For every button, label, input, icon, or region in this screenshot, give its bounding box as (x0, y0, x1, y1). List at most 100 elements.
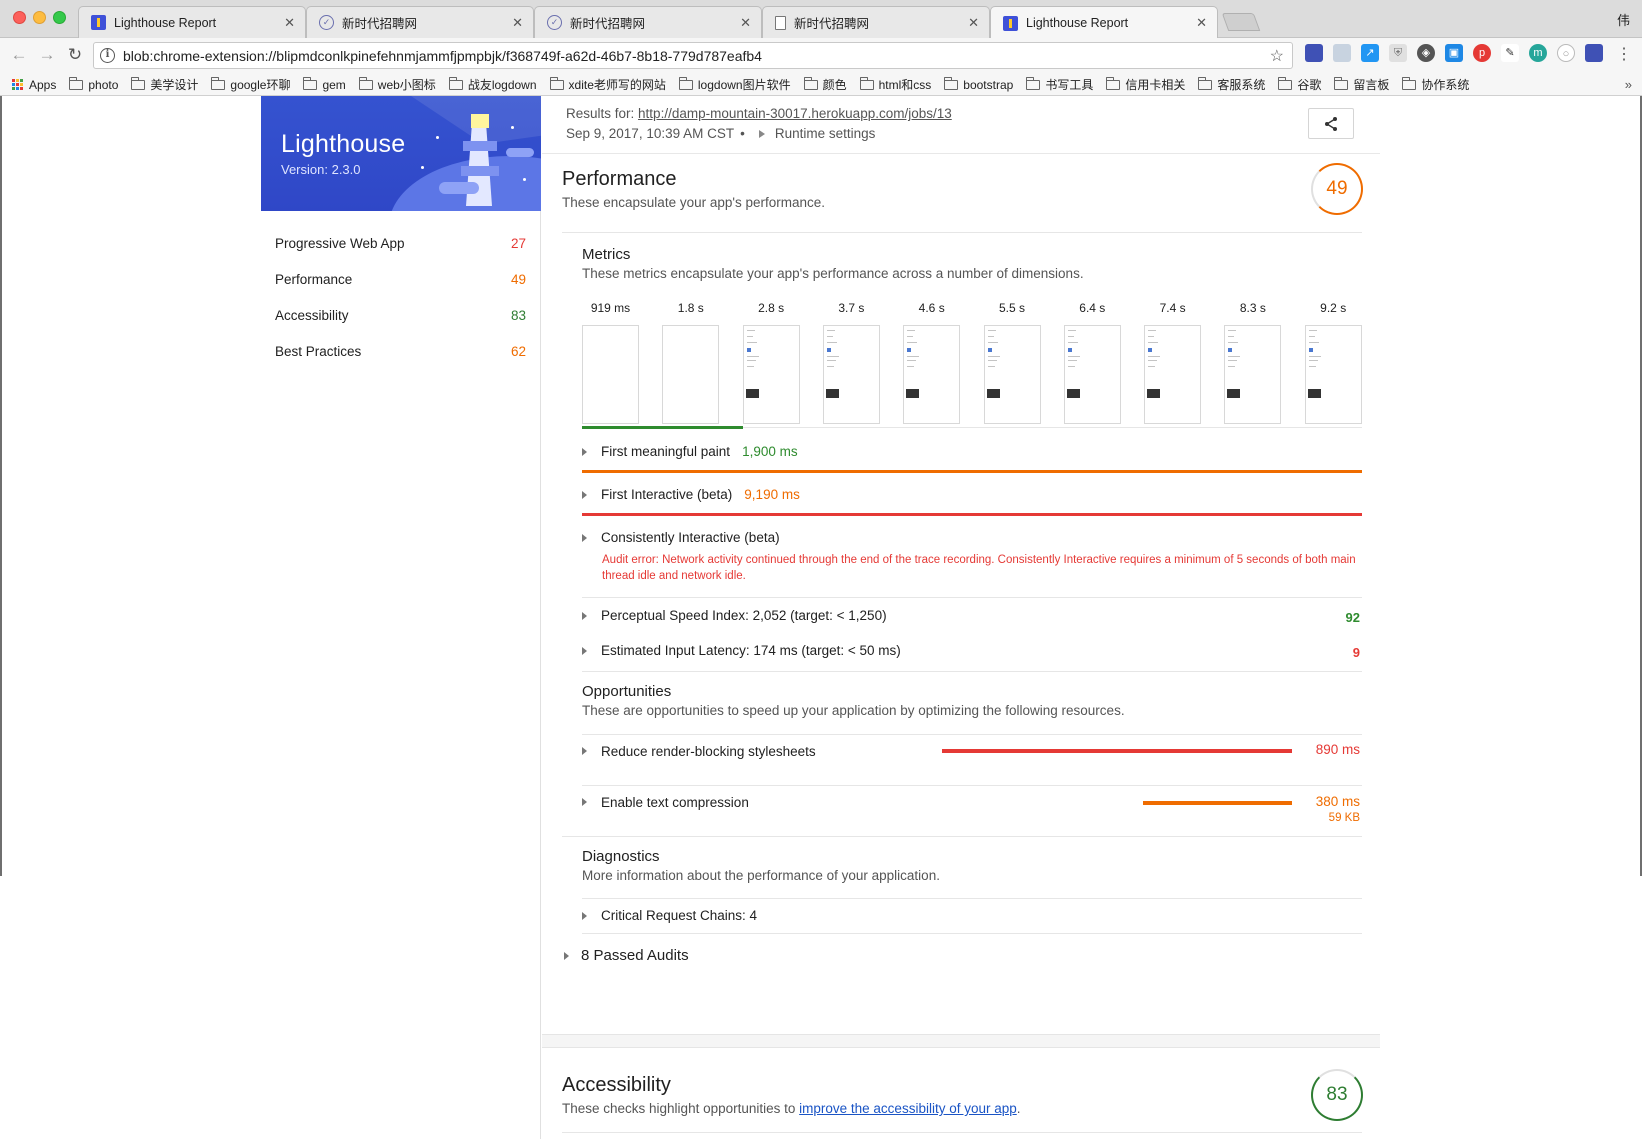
extension-circle-icon[interactable]: ○ (1557, 44, 1575, 62)
page-edge (0, 96, 2, 876)
thumbnail-text-line (907, 330, 916, 331)
tab-title: Lighthouse Report (1026, 16, 1129, 30)
extension-cloud-icon[interactable] (1333, 44, 1351, 62)
tab-site-2[interactable]: ✓ 新时代招聘网 ✕ (534, 6, 762, 38)
bookmark-folder[interactable]: bootstrap (944, 76, 1013, 92)
share-button[interactable] (1308, 108, 1354, 139)
bookmark-folder[interactable]: 书写工具 (1026, 76, 1093, 93)
thumbnail-button (1307, 389, 1321, 398)
close-icon[interactable]: ✕ (1196, 15, 1207, 31)
bookmark-folder[interactable]: html和css (859, 76, 931, 93)
extension-lighthouse-2-icon[interactable] (1585, 44, 1603, 62)
sidebar-item-performance[interactable]: Performance 49 (261, 261, 540, 297)
audit-estimated-input-latency[interactable]: Estimated Input Latency: 174 ms (target:… (582, 643, 1362, 658)
forward-arrow-icon[interactable]: → (36, 44, 58, 66)
audit-first-interactive[interactable]: First Interactive (beta) 9,190 ms (582, 487, 1362, 502)
extension-compass-icon[interactable]: ◈ (1417, 44, 1435, 62)
extension-shield-icon[interactable]: ⛨ (1389, 44, 1407, 62)
bookmark-label: Apps (29, 77, 57, 92)
thumbnail-text-line (826, 336, 833, 337)
bookmark-apps[interactable]: Apps (12, 78, 56, 92)
tab-lighthouse-report-active[interactable]: Lighthouse Report ✕ (990, 6, 1218, 39)
bookmark-folder[interactable]: google环聊 (211, 76, 290, 93)
bookmark-folder[interactable]: 客服系统 (1198, 76, 1265, 93)
thumbnail-text-line (1228, 356, 1241, 357)
minimize-window-button[interactable] (33, 11, 46, 24)
bookmark-folder[interactable]: xdite老师写的网站 (549, 76, 666, 93)
audit-consistently-interactive[interactable]: Consistently Interactive (beta) (582, 530, 1362, 545)
info-icon[interactable]: i (100, 48, 115, 63)
audit-critical-request-chains[interactable]: Critical Request Chains: 4 (582, 908, 1362, 923)
thumbnail-text-line (907, 356, 920, 357)
close-icon[interactable]: ✕ (740, 15, 751, 31)
extension-camera-icon[interactable]: ▣ (1445, 44, 1463, 62)
profile-button[interactable]: 伟 (1617, 10, 1630, 29)
bookmark-folder[interactable]: gem (303, 76, 346, 92)
opportunity-label: Reduce render-blocking stylesheets (601, 743, 816, 759)
sidebar-item-pwa[interactable]: Progressive Web App 27 (261, 225, 540, 261)
category-separator (542, 1034, 1380, 1048)
app-title: Lighthouse (281, 130, 406, 158)
expand-arrow-icon (582, 447, 587, 456)
audit-first-meaningful-paint[interactable]: First meaningful paint 1,900 ms (582, 444, 1362, 459)
bookmark-folder[interactable]: 战友logdown (448, 76, 537, 93)
filmstrip-timestamp: 9.2 s (1320, 301, 1347, 315)
results-url-link[interactable]: http://damp-mountain-30017.herokuapp.com… (638, 106, 952, 121)
tab-site-1[interactable]: ✓ 新时代招聘网 ✕ (306, 6, 534, 38)
audit-perceptual-speed-index[interactable]: Perceptual Speed Index: 2,052 (target: <… (582, 608, 1362, 623)
bookmark-label: 美学设计 (150, 78, 199, 92)
url-text[interactable]: blob:chrome-extension://blipmdconlkpinef… (123, 48, 1270, 64)
bookmark-folder[interactable]: web小图标 (358, 76, 436, 93)
separator-bullet: • (740, 126, 745, 141)
star-dot (511, 126, 514, 129)
bookmark-folder[interactable]: 留言板 (1334, 76, 1389, 93)
close-icon[interactable]: ✕ (968, 15, 979, 31)
filmstrip-timestamp: 8.3 s (1239, 301, 1266, 315)
thumbnail-text-line (1308, 360, 1318, 361)
thumbnail-text-line (1308, 366, 1316, 367)
sidebar-item-best-practices[interactable]: Best Practices 62 (261, 333, 540, 369)
address-bar[interactable]: i blob:chrome-extension://blipmdconlkpin… (93, 42, 1293, 69)
maximize-window-button[interactable] (53, 11, 66, 24)
bookmark-folder[interactable]: 信用卡相关 (1106, 76, 1185, 93)
thumbnail-link (1308, 348, 1313, 352)
extension-pinterest-icon[interactable]: p (1473, 44, 1491, 62)
folder-icon (448, 76, 463, 90)
filmstrip-thumbnail (903, 325, 961, 424)
accessibility-docs-link[interactable]: improve the accessibility of your app (799, 1101, 1017, 1116)
bookmark-folder[interactable]: 美学设计 (131, 76, 198, 93)
reload-icon[interactable]: ↻ (64, 44, 86, 66)
tab-lighthouse-report-1[interactable]: Lighthouse Report ✕ (78, 6, 306, 38)
sidebar-item-accessibility[interactable]: Accessibility 83 (261, 297, 540, 333)
opportunity-savings: 380 ms (1315, 794, 1360, 809)
expand-arrow-icon[interactable] (758, 129, 765, 138)
close-icon[interactable]: ✕ (284, 15, 295, 31)
extension-evernote-icon[interactable]: ✎ (1501, 44, 1519, 62)
filmstrip-timestamp: 4.6 s (918, 301, 945, 315)
close-window-button[interactable] (13, 11, 26, 24)
bookmark-folder[interactable]: 谷歌 (1278, 76, 1321, 93)
passed-audits-label: 8 Passed Audits (581, 947, 689, 964)
new-tab-button[interactable] (1221, 13, 1261, 31)
extension-m-icon[interactable]: m (1529, 44, 1547, 62)
bookmark-star-icon[interactable]: ☆ (1270, 46, 1284, 66)
bookmark-folder[interactable]: 颜色 (803, 76, 847, 93)
passed-audits-toggle[interactable]: 8 Passed Audits (564, 947, 1344, 964)
extension-arrow-icon[interactable]: ↗ (1361, 44, 1379, 62)
back-arrow-icon[interactable]: ← (8, 44, 30, 66)
filmstrip-frame: 3.7 s (822, 301, 880, 424)
close-icon[interactable]: ✕ (512, 15, 523, 31)
report-date: Sep 9, 2017, 10:39 AM CST (566, 126, 735, 141)
tab-site-3[interactable]: 新时代招聘网 ✕ (762, 6, 990, 38)
bookmark-folder[interactable]: logdown图片软件 (678, 76, 791, 93)
cloud-illustration (439, 182, 479, 194)
folder-icon (1198, 76, 1213, 90)
runtime-settings-toggle[interactable]: Runtime settings (775, 126, 876, 141)
bookmark-folder[interactable]: 协作系统 (1402, 76, 1469, 93)
extension-lighthouse-icon[interactable] (1305, 44, 1323, 62)
browser-menu-icon[interactable]: ⋮ (1616, 44, 1632, 64)
folder-icon (944, 76, 959, 90)
thumbnail-link (1067, 348, 1072, 352)
bookmark-folder[interactable]: photo (69, 76, 118, 92)
bookmarks-overflow-button[interactable]: » (1625, 77, 1632, 92)
